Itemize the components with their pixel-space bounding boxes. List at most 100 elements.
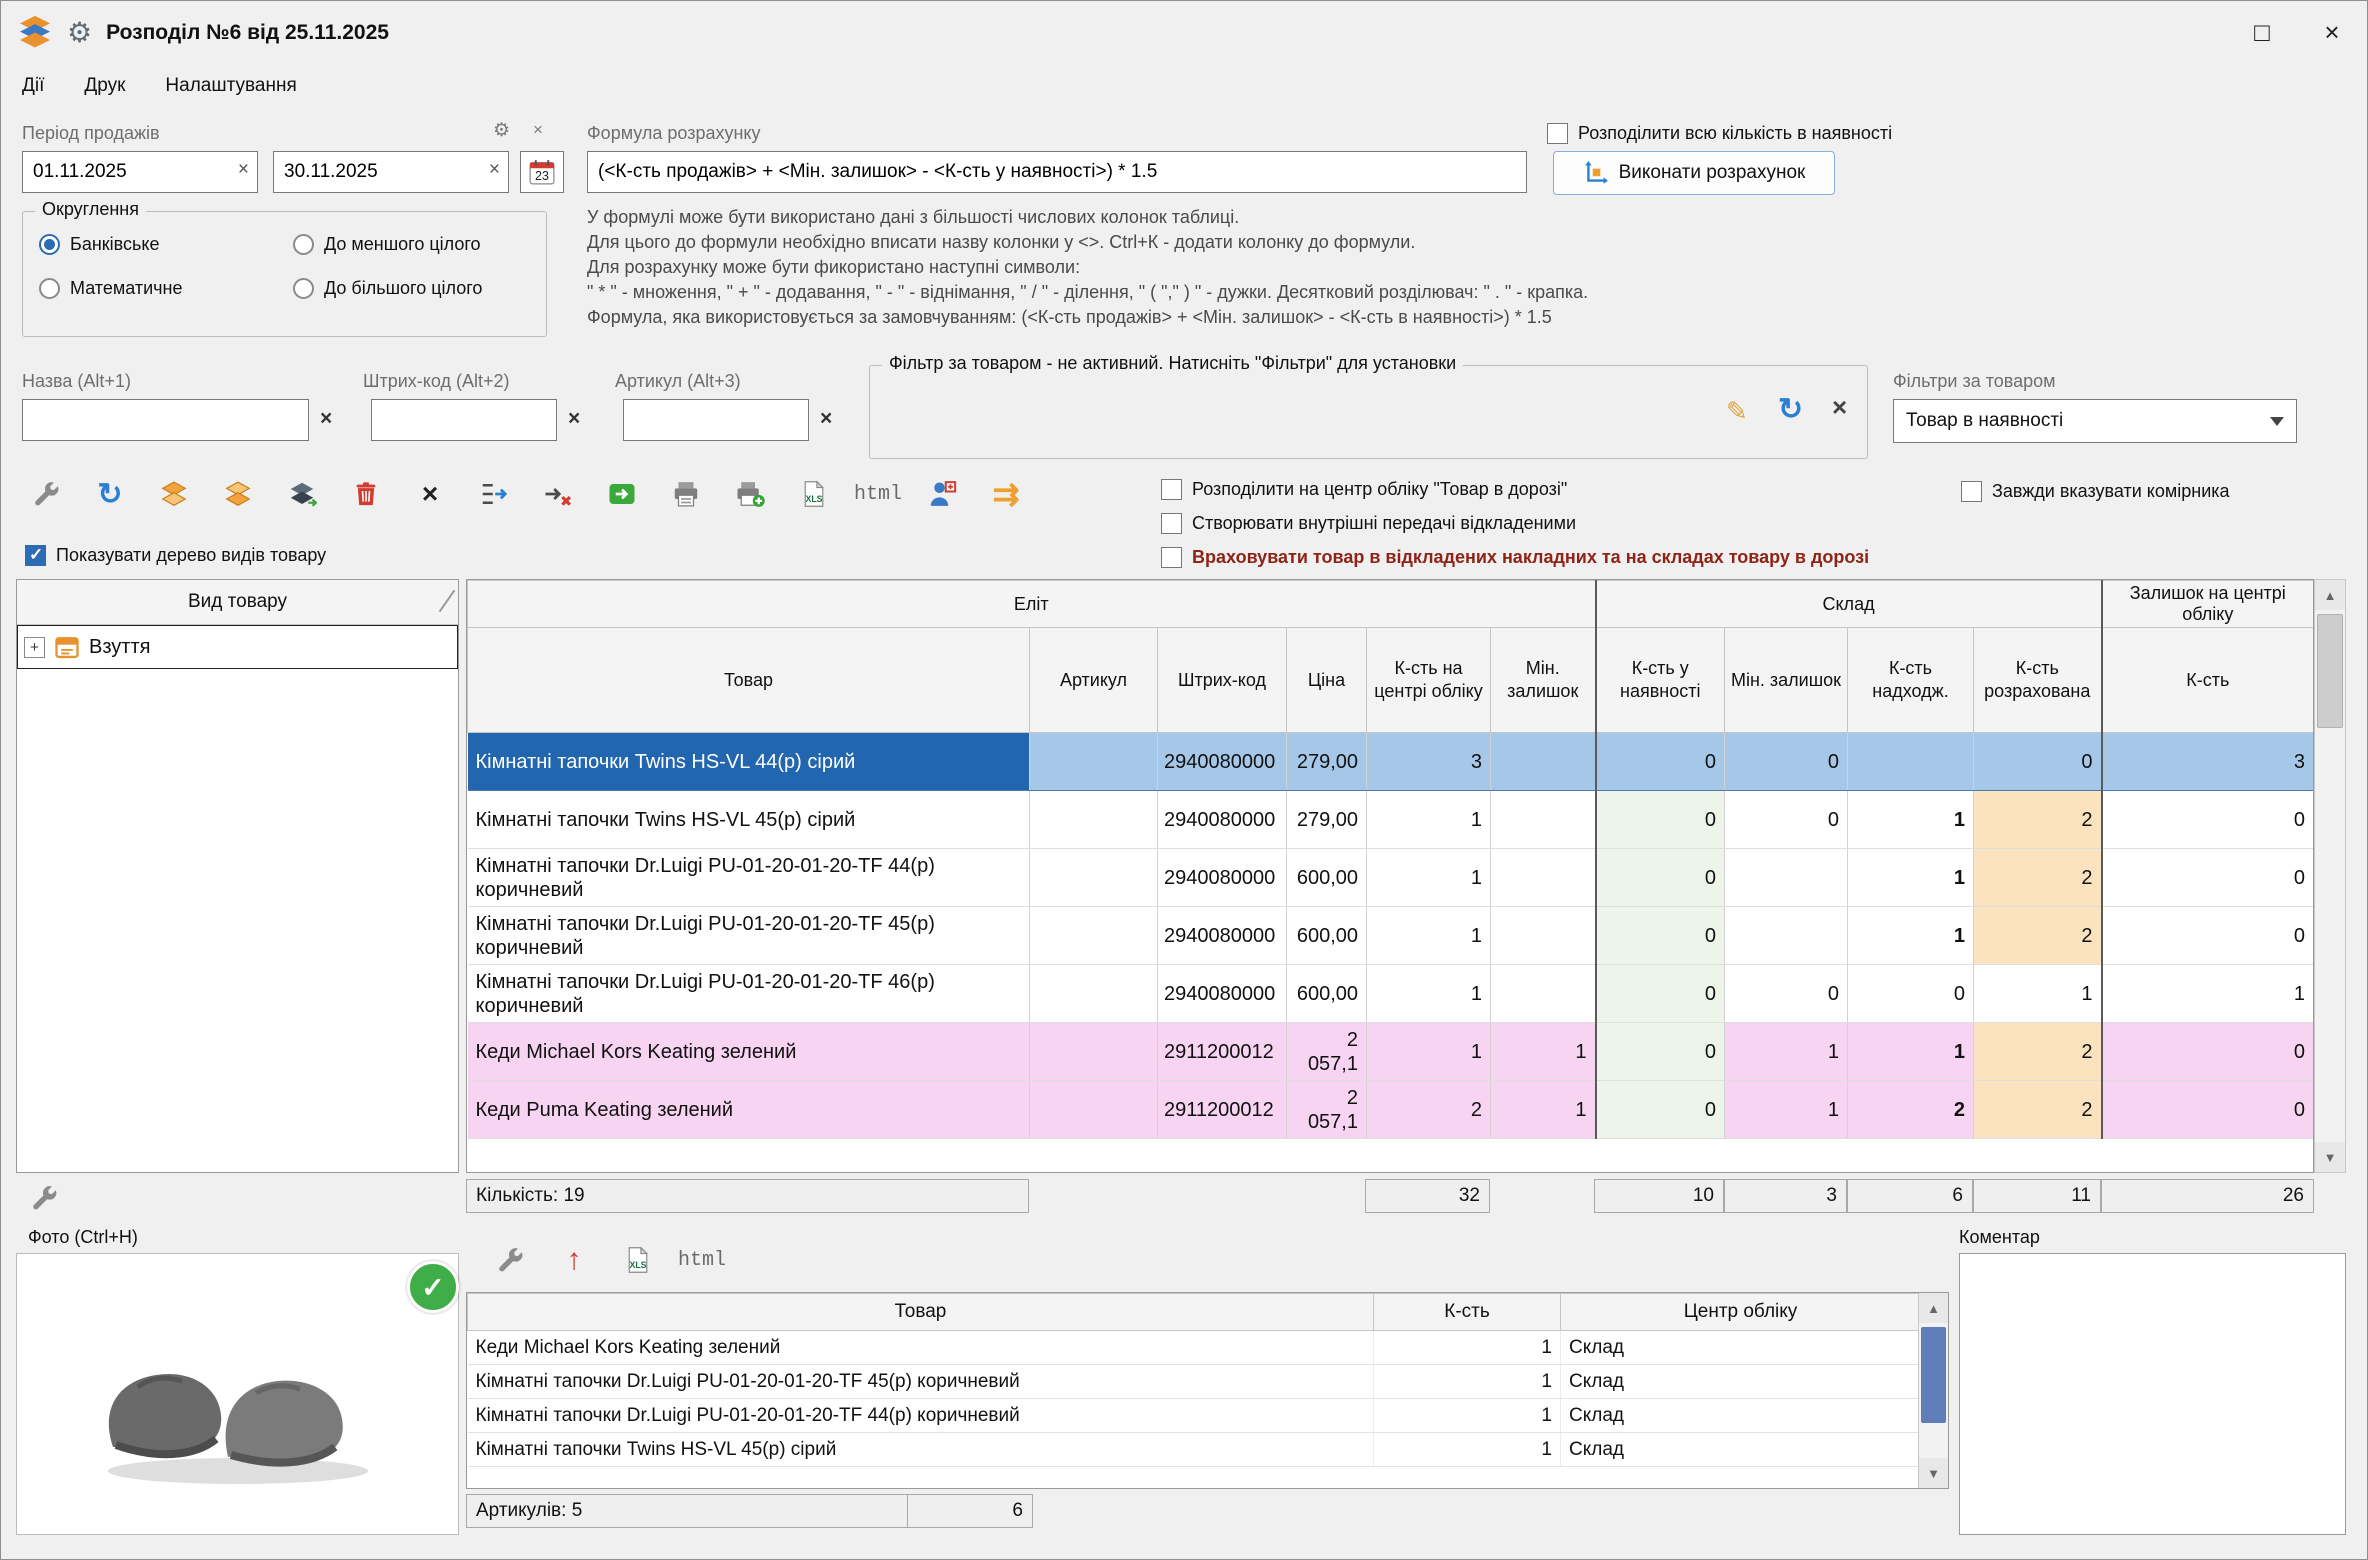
cell-qty-income[interactable]: 0 [1848,965,1974,1023]
cell-product[interactable]: Кеди Michael Kors Keating зелений [468,1331,1374,1365]
close-button[interactable]: × [2297,1,2367,64]
distribution-scrollbar[interactable]: ▲ ▼ [1918,1293,1948,1488]
col-header-min-stock[interactable]: Мін. залишок [1725,628,1848,733]
distribute-icon[interactable]: ⇉ [987,475,1025,513]
return-row-icon[interactable]: ↑ [555,1241,593,1279]
cell-center[interactable]: Склад [1561,1433,1921,1467]
cell-qty-calculated[interactable]: 2 [1974,1081,2102,1139]
cell-qty-available[interactable]: 0 [1596,1081,1725,1139]
distribution-row[interactable]: Кімнатні тапочки Dr.Luigi PU-01-20-01-20… [468,1399,1921,1433]
tree-header[interactable]: Вид товару [17,580,458,625]
clear-barcode-icon[interactable]: × [568,407,580,431]
cell-min-stock[interactable] [1725,907,1848,965]
cell-qty-calculated[interactable]: 2 [1974,791,2102,849]
scroll-down-icon[interactable]: ▼ [2315,1142,2345,1172]
cell-price[interactable]: 2 057,1 [1287,1081,1367,1139]
cell-qty-remainder[interactable]: 0 [2102,1023,2314,1081]
col-header-qty-remainder[interactable]: К-сть [2102,628,2314,733]
scroll-down-icon[interactable]: ▼ [1919,1458,1948,1488]
cell-article[interactable] [1030,1023,1158,1081]
cell-qty[interactable]: 1 [1374,1331,1561,1365]
comment-input[interactable] [1959,1253,2346,1535]
cell-product[interactable]: Кеди Puma Keating зелений [468,1081,1030,1139]
cell-min-stock-center[interactable] [1491,849,1596,907]
cell-qty-center[interactable]: 1 [1367,965,1491,1023]
option-checkbox[interactable] [1161,513,1182,534]
menu-print[interactable]: Друк [84,75,125,97]
show-tree-checkbox[interactable] [25,545,46,566]
col-header-min-stock-center[interactable]: Мін. залишок [1491,628,1596,733]
cell-price[interactable]: 600,00 [1287,849,1367,907]
edit-filter-icon[interactable]: ✎ [1726,396,1748,427]
col-header-qty-available[interactable]: К-сть у наявності [1596,628,1725,733]
cell-barcode[interactable]: 2940080000 [1158,849,1287,907]
cell-qty-remainder[interactable]: 1 [2102,965,2314,1023]
cell-qty-remainder[interactable]: 0 [2102,1081,2314,1139]
main-table-scrollbar[interactable]: ▲ ▼ [2314,579,2346,1173]
cell-qty-remainder[interactable]: 0 [2102,849,2314,907]
cell-product[interactable]: Кеди Michael Kors Keating зелений [468,1023,1030,1081]
col-header-qty-income[interactable]: К-сть надходж. [1848,628,1974,733]
execute-calculation-button[interactable]: Виконати розрахунок [1553,151,1835,195]
clear-date-icon[interactable]: × [489,159,500,181]
clear-name-icon[interactable]: × [320,407,332,431]
cell-barcode[interactable]: 2940080000 [1158,907,1287,965]
cell-qty-available[interactable]: 0 [1596,791,1725,849]
storekeeper-checkbox[interactable] [1961,481,1982,502]
print-add-icon[interactable] [731,475,769,513]
cell-qty-calculated[interactable]: 2 [1974,849,2102,907]
move-row-icon[interactable] [475,475,513,513]
clear-article-icon[interactable]: × [820,407,832,431]
cell-qty-center[interactable]: 2 [1367,1081,1491,1139]
clear-selection-icon[interactable]: × [411,475,449,513]
article-search-input[interactable] [623,399,809,441]
option-checkbox[interactable] [1161,547,1182,568]
col-header-qty-calculated[interactable]: К-сть розрахована [1974,628,2102,733]
cell-qty[interactable]: 1 [1374,1433,1561,1467]
cell-article[interactable] [1030,791,1158,849]
cell-product[interactable]: Кімнатні тапочки Twins HS-VL 45(р) сірий [468,1433,1374,1467]
cell-price[interactable]: 600,00 [1287,965,1367,1023]
settings-gear-icon[interactable]: ⚙ [67,16,92,49]
export-xls-icon[interactable]: XLS [795,475,833,513]
cell-qty-remainder[interactable]: 0 [2102,907,2314,965]
table-settings-icon[interactable] [491,1241,529,1279]
cell-article[interactable] [1030,907,1158,965]
cell-qty-available[interactable]: 0 [1596,849,1725,907]
cell-product[interactable]: Кімнатні тапочки Dr.Luigi PU-01-20-01-20… [468,965,1030,1023]
cell-qty-center[interactable]: 1 [1367,1023,1491,1081]
cell-qty-income[interactable]: 1 [1848,907,1974,965]
cell-price[interactable]: 279,00 [1287,791,1367,849]
cell-qty-center[interactable]: 1 [1367,791,1491,849]
cell-min-stock[interactable]: 0 [1725,965,1848,1023]
rounding-radio-2[interactable] [293,234,314,255]
cancel-move-icon[interactable] [539,475,577,513]
cell-qty[interactable]: 1 [1374,1399,1561,1433]
print-icon[interactable] [667,475,705,513]
distribution-row[interactable]: Кімнатні тапочки Twins HS-VL 45(р) сірий… [468,1433,1921,1467]
period-settings-icon[interactable]: ⚙ [493,119,510,142]
cell-product[interactable]: Кімнатні тапочки Twins HS-VL 45(р) сірий [468,791,1030,849]
cell-barcode[interactable]: 2940080000 [1158,791,1287,849]
distribution-row[interactable]: Кеди Michael Kors Keating зелений1Склад [468,1331,1921,1365]
filter-select[interactable]: Товар в наявності [1893,399,2297,443]
cell-qty-income[interactable]: 1 [1848,849,1974,907]
tree-settings-icon[interactable] [29,1183,59,1218]
cell-qty-calculated[interactable]: 2 [1974,907,2102,965]
cell-product[interactable]: Кімнатні тапочки Dr.Luigi PU-01-20-01-20… [468,1365,1374,1399]
cell-min-stock[interactable] [1725,849,1848,907]
table-settings-icon[interactable] [27,475,65,513]
dist-col-qty[interactable]: К-сть [1374,1294,1561,1331]
cell-qty-calculated[interactable]: 1 [1974,965,2102,1023]
scroll-up-icon[interactable]: ▲ [1919,1293,1948,1323]
cell-qty-available[interactable]: 0 [1596,907,1725,965]
col-header-price[interactable]: Ціна [1287,628,1367,733]
cell-center[interactable]: Склад [1561,1331,1921,1365]
apply-move-icon[interactable] [603,475,641,513]
product-row[interactable]: Кімнатні тапочки Dr.Luigi PU-01-20-01-20… [468,907,2314,965]
cell-min-stock[interactable]: 0 [1725,733,1848,791]
cell-qty-center[interactable]: 3 [1367,733,1491,791]
cell-price[interactable]: 2 057,1 [1287,1023,1367,1081]
export-html-icon[interactable]: html [683,1241,721,1279]
cell-min-stock-center[interactable]: 1 [1491,1081,1596,1139]
